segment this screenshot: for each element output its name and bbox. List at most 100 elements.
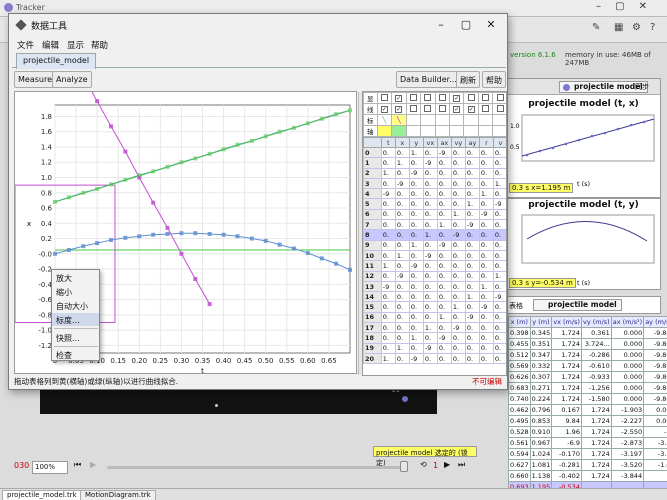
- option-cell[interactable]: ✓: [391, 103, 407, 115]
- column-header[interactable]: r: [478, 137, 494, 148]
- option-checkbox[interactable]: [496, 104, 504, 112]
- table-row[interactable]: 13 -9 0. 0. 0. 0. 0. 0. 1. 0.: [363, 280, 506, 293]
- option-checkbox[interactable]: [482, 93, 490, 101]
- refresh-button[interactable]: 刷新: [456, 71, 480, 88]
- column-header[interactable]: vx: [422, 137, 438, 148]
- option-cell[interactable]: [420, 114, 436, 126]
- step-back-icon[interactable]: ⏮: [74, 460, 81, 470]
- option-cell[interactable]: [434, 114, 451, 126]
- option-checkbox[interactable]: ✓: [395, 95, 403, 102]
- table-row[interactable]: 0.6260.3071.724-0.9330.000-9.800: [508, 371, 667, 383]
- data-point[interactable]: [123, 149, 128, 154]
- data-point[interactable]: [207, 302, 212, 307]
- data-point[interactable]: [277, 242, 282, 247]
- option-checkbox[interactable]: ✓: [467, 106, 475, 113]
- option-cell[interactable]: [405, 92, 422, 104]
- file-tab[interactable]: projectile_model.trk: [2, 490, 82, 500]
- menu-item-snapshot[interactable]: 快照...: [52, 331, 99, 344]
- table-row[interactable]: 0.7400.2241.724-1.5800.000-9.800: [508, 393, 667, 405]
- data-point[interactable]: [66, 247, 71, 252]
- menu-item-inspect[interactable]: 检查: [52, 348, 99, 361]
- table-row[interactable]: 12 0. -9 0. 0. 0. 0. 0. 0. 1.: [363, 270, 506, 282]
- table-row[interactable]: 10 0. 1. 0. -9 0. 0. 0. 0. 0.: [363, 249, 506, 262]
- option-cell[interactable]: [477, 92, 494, 104]
- option-cell[interactable]: [376, 92, 393, 104]
- option-checkbox[interactable]: [438, 104, 446, 112]
- option-cell[interactable]: [492, 103, 506, 115]
- option-cell[interactable]: [420, 103, 436, 115]
- step-size[interactable]: 1: [433, 461, 438, 470]
- close-icon[interactable]: ✕: [483, 17, 499, 32]
- table-row[interactable]: 0.4950.8539.841.724-2.2270.000: [508, 415, 667, 427]
- option-checkbox[interactable]: ✓: [380, 106, 388, 113]
- table-row[interactable]: 9 0. 0. 1. 0. -9 0. 0. 0. 0.: [363, 239, 506, 251]
- data-point[interactable]: [193, 276, 198, 281]
- gear-icon[interactable]: ⚙: [632, 22, 641, 33]
- option-cell[interactable]: [405, 103, 422, 115]
- option-checkbox[interactable]: [482, 104, 490, 112]
- data-point[interactable]: [235, 234, 240, 239]
- option-cell[interactable]: [434, 125, 451, 137]
- option-cell[interactable]: ✓: [448, 103, 465, 115]
- track-point[interactable]: [402, 396, 408, 402]
- end-icon[interactable]: ⏭: [458, 460, 465, 470]
- memory-gauge-icon[interactable]: ▦: [614, 22, 623, 33]
- data-point[interactable]: [291, 246, 296, 251]
- file-tab[interactable]: MotionDiagram.trk: [80, 490, 156, 500]
- table-row[interactable]: 17 0. 0. 0. 1. 0. -9 0. 0. 0.: [363, 322, 506, 334]
- option-cell[interactable]: [463, 114, 479, 126]
- pen-tool-icon[interactable]: ✎: [592, 22, 600, 33]
- analyze-button[interactable]: Analyze: [52, 71, 92, 88]
- option-cell[interactable]: [492, 92, 506, 104]
- tab-projectile-model[interactable]: projectile_model: [16, 53, 97, 69]
- option-cell[interactable]: [448, 125, 465, 137]
- column-header[interactable]: t: [380, 137, 396, 148]
- data-point[interactable]: [348, 267, 352, 272]
- option-cell[interactable]: [434, 103, 451, 115]
- menu-item-zoom-out[interactable]: 缩小: [52, 285, 99, 298]
- table-row[interactable]: 0.6271.081-0.2811.724-3.520-1.69: [508, 459, 667, 471]
- menu-item-scale[interactable]: 标度...: [52, 313, 99, 326]
- option-cell[interactable]: [391, 125, 407, 137]
- maximize-icon[interactable]: ▢: [458, 17, 474, 32]
- option-checkbox[interactable]: [409, 104, 417, 112]
- option-cell[interactable]: ✓: [448, 92, 465, 104]
- option-checkbox[interactable]: ✓: [395, 106, 403, 113]
- menu-edit[interactable]: 编辑: [42, 39, 59, 51]
- table-row[interactable]: 8 0. 0. 0. 1. 0. -9 0. 0. 0.: [363, 229, 506, 241]
- menu-help[interactable]: 帮助: [91, 39, 108, 51]
- option-checkbox[interactable]: [496, 93, 504, 101]
- option-cell[interactable]: ✓: [391, 92, 407, 104]
- minimize-icon[interactable]: –: [433, 17, 449, 32]
- table-row[interactable]: 0 0. 0. 1. 0. -9 0. 0. 0. 0.: [363, 146, 506, 159]
- loop-icon[interactable]: ⟲: [420, 460, 427, 469]
- data-point[interactable]: [81, 244, 86, 249]
- table-row[interactable]: 0.5690.3321.724-0.6100.000-9.800: [508, 360, 667, 372]
- dialog-titlebar[interactable]: 数据工具 – ▢ ✕: [9, 14, 507, 36]
- table-row[interactable]: 14 0. 0. 0. 0. 0. 0. 1. 0. -9: [363, 291, 506, 303]
- table-row[interactable]: 18 0. 0. 1. 0. -9 0. 0. 0. 0.: [363, 332, 506, 344]
- data-point[interactable]: [95, 241, 100, 246]
- data-point[interactable]: [137, 234, 142, 239]
- data-point[interactable]: [263, 238, 268, 243]
- data-point[interactable]: [334, 261, 339, 266]
- data-point[interactable]: [95, 99, 100, 104]
- table-row[interactable]: 7 0. 0. 0. 0. 1. 0. -9 0. 0.: [363, 219, 506, 231]
- table-row[interactable]: 15 0. 0. 0. 0. 0. 1. 0. -9 0.: [363, 301, 506, 313]
- memory-label[interactable]: memory in use: 46MB of 247MB: [565, 51, 667, 67]
- play-icon[interactable]: ▶: [90, 460, 96, 469]
- help-icon[interactable]: ?: [650, 22, 655, 33]
- option-cell[interactable]: [434, 92, 451, 104]
- column-header[interactable]: v: [492, 137, 506, 148]
- data-point[interactable]: [151, 232, 156, 237]
- menu-file[interactable]: 文件: [17, 39, 34, 51]
- table-row[interactable]: 16 0. 0. 0. 0. 1. 0. -9 0. 0.: [363, 311, 506, 324]
- table-row[interactable]: 0.5280.9101.961.724-2.550-12: [508, 426, 667, 438]
- option-cell[interactable]: [463, 125, 479, 137]
- data-point[interactable]: [179, 251, 184, 256]
- data-point[interactable]: [109, 238, 114, 243]
- table-row[interactable]: 0.5120.3471.724-0.2860.000-9.800: [508, 349, 667, 361]
- tracker-window-controls[interactable]: –▢✕: [596, 1, 661, 12]
- table-header[interactable]: x (m): [508, 316, 531, 328]
- option-cell[interactable]: [405, 114, 422, 126]
